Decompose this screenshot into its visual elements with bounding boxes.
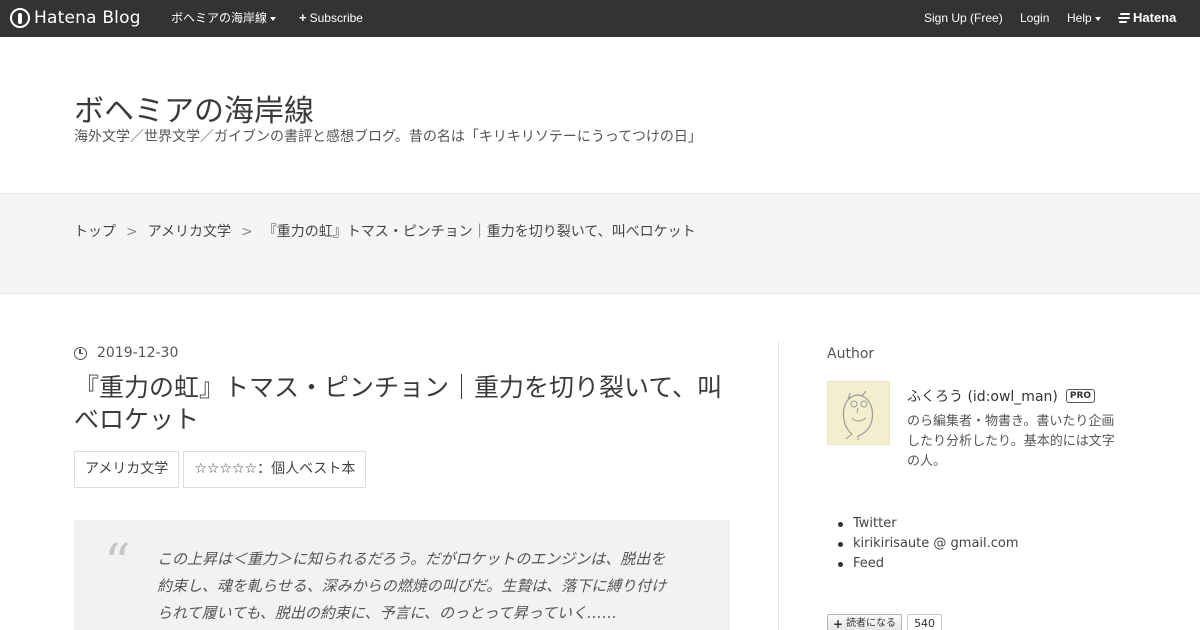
pro-badge[interactable]: PRO: [1065, 389, 1096, 403]
quote-line: られて履いても、脱出の約束に、予言に、のっとって昇っていく……: [157, 604, 618, 622]
hatena-brand-label: Hatena: [1133, 10, 1177, 25]
entry-title[interactable]: 『重力の虹』トマス・ピンチョン｜重力を切り裂いて、叫べロケット: [74, 372, 734, 436]
caret-down-icon: [270, 16, 277, 21]
plus-icon: +: [299, 10, 307, 25]
become-reader-label: 読者になる: [846, 618, 897, 629]
entry-date: 2019-12-30: [74, 345, 178, 361]
category-tag[interactable]: アメリカ文学: [74, 451, 180, 488]
reader-subscribe: + 読者になる 540: [827, 614, 943, 630]
hatena-blog-logo-icon: [10, 8, 30, 28]
quote-mark-icon: “: [104, 534, 131, 594]
breadcrumb-band: トップ > アメリカ文学 > 『重力の虹』トマス・ピンチョン｜重力を切り裂いて、叫べロケ…: [0, 193, 1200, 294]
blog-menu-label: ボヘミアの海岸線: [171, 11, 268, 25]
column-divider: [778, 342, 779, 630]
category-tag[interactable]: ☆☆☆☆☆：個人ベスト本: [183, 451, 367, 488]
blockquote: “ この上昇は＜重力＞に知られるだろう。だがロケットのエンジンは、脱出を 約束し…: [74, 520, 730, 630]
breadcrumb-item-category[interactable]: アメリカ文学: [148, 224, 231, 240]
twitter-link[interactable]: Twitter: [838, 514, 1019, 534]
author-avatar[interactable]: [827, 381, 890, 445]
blog-title[interactable]: ボヘミアの海岸線: [74, 86, 314, 130]
breadcrumb-item-current: 『重力の虹』トマス・ピンチョン｜重力を切り裂いて、叫べロケット: [262, 224, 696, 240]
feed-link[interactable]: Feed: [838, 554, 1019, 574]
sidebar-heading: Author: [827, 346, 875, 362]
breadcrumb-separator: >: [126, 224, 138, 240]
signup-link[interactable]: Sign Up (Free): [924, 0, 1003, 37]
quote-text: この上昇は＜重力＞に知られるだろう。だがロケットのエンジンは、脱出を 約束し、魂…: [157, 546, 666, 627]
plus-icon: +: [833, 617, 844, 630]
subscriber-count[interactable]: 540: [907, 614, 943, 630]
author-links: Twitter kirikirisaute @ gmail.com Feed: [838, 514, 1019, 574]
author-description: のら編集者・物書き。書いたり企画したり分析したり。基本的には文字の人。: [907, 414, 1115, 469]
subscribe-label: Subscribe: [309, 11, 363, 25]
caret-down-icon: [1094, 16, 1101, 21]
owl-avatar-icon: [842, 390, 874, 440]
subscribe-button[interactable]: + Subscribe: [299, 0, 363, 37]
blog-menu[interactable]: ボヘミアの海岸線: [171, 0, 277, 37]
email-text: kirikirisaute @ gmail.com: [838, 534, 1019, 554]
entry-categories: アメリカ文学 ☆☆☆☆☆：個人ベスト本: [74, 451, 370, 488]
global-header: Hatena Blog ボヘミアの海岸線 + Subscribe Sign Up …: [0, 0, 1200, 37]
author-name-text[interactable]: ふくろう (id:owl_man): [907, 386, 1058, 406]
clock-icon: [74, 346, 87, 360]
logo-text: Hatena Blog: [34, 8, 141, 28]
hatena-logo[interactable]: Hatena: [1118, 10, 1176, 25]
login-link[interactable]: Login: [1020, 0, 1049, 37]
become-reader-button[interactable]: + 読者になる: [827, 614, 903, 630]
blog-description: 海外文学／世界文学／ガイブンの書評と感想ブログ。昔の名は「キリキリソテーにうって…: [74, 129, 702, 145]
hatena-logo-icon: [1118, 13, 1130, 23]
quote-line: この上昇は＜重力＞に知られるだろう。だがロケットのエンジンは、脱出を: [157, 550, 666, 568]
hatena-blog-logo[interactable]: Hatena Blog: [10, 7, 141, 29]
breadcrumb: トップ > アメリカ文学 > 『重力の虹』トマス・ピンチョン｜重力を切り裂いて、叫べロケ…: [74, 221, 696, 241]
help-menu[interactable]: Help: [1067, 0, 1101, 37]
author-name: ふくろう (id:owl_man) PRO: [907, 386, 1096, 406]
breadcrumb-separator: >: [241, 224, 253, 240]
help-label: Help: [1067, 11, 1092, 25]
entry-date-text[interactable]: 2019-12-30: [97, 345, 178, 361]
quote-line: 約束し、魂を軋らせる、深みからの燃焼の叫びだ。生贄は、落下に縛り付け: [157, 577, 667, 595]
breadcrumb-item-top[interactable]: トップ: [74, 224, 116, 240]
